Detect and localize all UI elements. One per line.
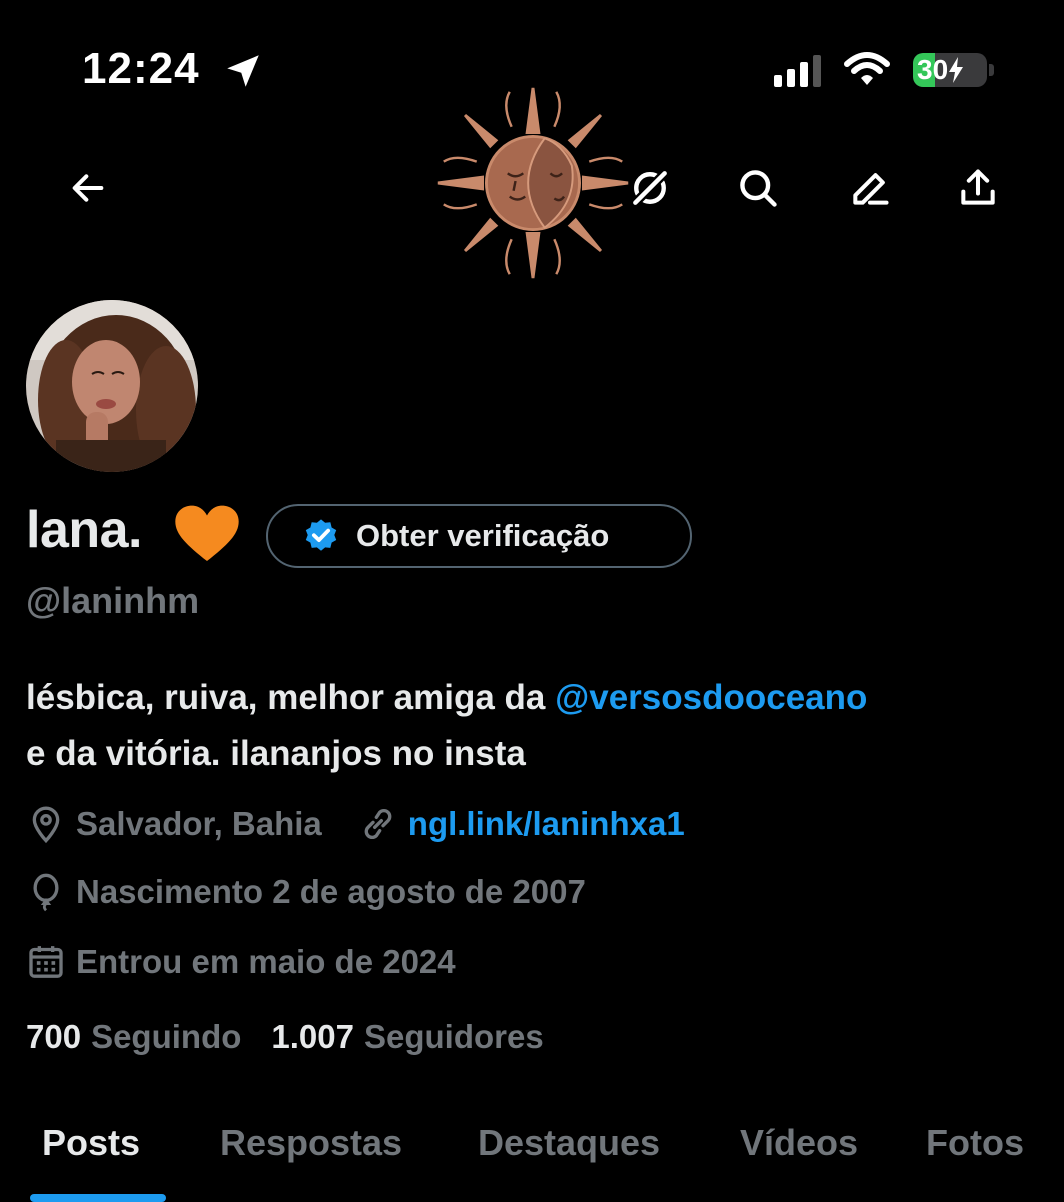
bio-text-end: e da vitória. ilananjos no insta: [26, 734, 526, 773]
status-time: 12:24: [82, 44, 200, 93]
location-pin-icon: [32, 806, 60, 844]
profile-photo: [26, 300, 198, 472]
website-link[interactable]: ngl.link/laninhxa1: [408, 805, 685, 843]
following-link[interactable]: 700 Seguindo: [26, 1018, 241, 1056]
active-tab-indicator: [30, 1194, 166, 1202]
profile-bio: lésbica, ruiva, melhor amiga da @versosd…: [26, 670, 1036, 782]
display-name: lana.: [26, 501, 143, 559]
location-arrow-icon: [227, 55, 259, 87]
charging-bolt-icon: [949, 57, 964, 83]
orange-heart-icon: [175, 505, 239, 562]
birthday-text: Nascimento 2 de agosto de 2007: [76, 873, 586, 910]
birthday-row: Nascimento 2 de agosto de 2007: [26, 872, 586, 912]
calendar-icon: [29, 946, 63, 978]
search-icon: [740, 170, 777, 207]
share-button[interactable]: [952, 162, 1004, 214]
battery-percent: 30: [917, 54, 949, 85]
tab-destaques[interactable]: Destaques: [478, 1122, 660, 1164]
back-button[interactable]: [62, 162, 114, 214]
battery-indicator: 30: [913, 53, 987, 87]
tab-fotos[interactable]: Fotos: [926, 1122, 1024, 1164]
grok-button[interactable]: [624, 162, 676, 214]
location-text: Salvador, Bahia: [76, 805, 322, 842]
avatar[interactable]: [24, 298, 200, 474]
following-count: 700: [26, 1018, 82, 1055]
follow-stats: 700 Seguindo 1.007 Seguidores: [26, 1018, 544, 1056]
bio-text-start: lésbica, ruiva, melhor amiga da: [26, 678, 546, 717]
tab-posts[interactable]: Posts: [42, 1122, 140, 1164]
followers-link[interactable]: 1.007 Seguidores: [271, 1018, 543, 1056]
bio-mention-link[interactable]: @versosdooceano: [555, 678, 867, 717]
profile-tabs: Posts Respostas Destaques Vídeos Fotos: [0, 1118, 1064, 1202]
get-verified-label: Obter verificação: [356, 518, 610, 553]
banner-sun-moon-image: [437, 87, 629, 279]
arrow-left-icon: [72, 174, 104, 202]
username-handle: @laninhm: [26, 580, 200, 621]
joined-row: Entrou em maio de 2024: [26, 942, 456, 982]
link-icon: [364, 809, 392, 839]
edit-icon: [853, 173, 889, 205]
tab-respostas[interactable]: Respostas: [220, 1122, 402, 1164]
get-verified-button[interactable]: Obter verificação: [266, 504, 692, 568]
verified-badge-icon: [305, 519, 337, 551]
followers-count: 1.007: [271, 1018, 354, 1055]
followers-label: Seguidores: [363, 1018, 544, 1055]
following-label: Seguindo: [91, 1018, 242, 1055]
edit-profile-button[interactable]: [844, 162, 896, 214]
search-button[interactable]: [732, 162, 784, 214]
tab-videos[interactable]: Vídeos: [740, 1122, 858, 1164]
wifi-icon: [844, 52, 890, 85]
location-website-row: Salvador, Bahia ngl.link/laninhxa1: [26, 804, 685, 844]
joined-text: Entrou em maio de 2024: [76, 943, 456, 980]
cellular-signal-icon: [774, 53, 821, 87]
grok-icon: [630, 168, 670, 208]
share-icon: [961, 169, 995, 205]
balloon-icon: [33, 873, 59, 912]
